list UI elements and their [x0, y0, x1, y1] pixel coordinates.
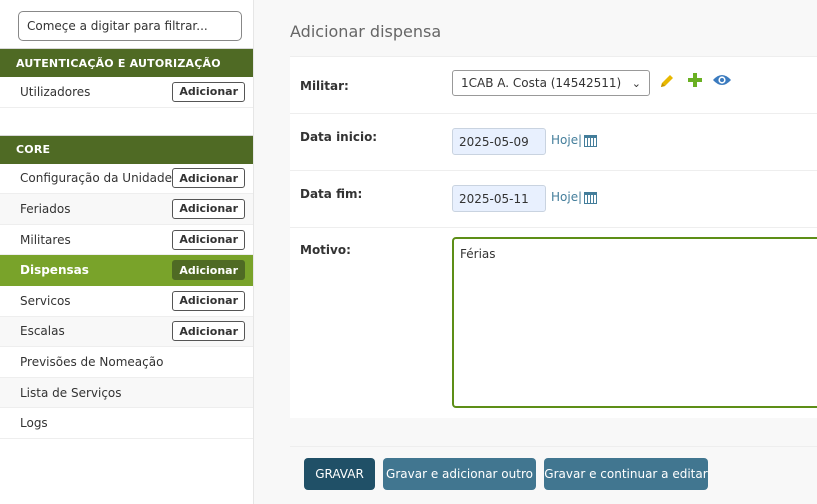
add-button[interactable]: Adicionar	[172, 198, 245, 219]
sidebar-item-previsoes[interactable]: Previsões de Nomeação	[0, 347, 253, 378]
data-inicio-input[interactable]: 2025-05-09	[452, 128, 546, 155]
chevron-down-icon: ⌄	[631, 76, 641, 90]
eye-icon[interactable]	[712, 73, 732, 90]
data-inicio-label: Data inicio:	[300, 130, 378, 144]
sidebar-item-logs[interactable]: Logs	[0, 408, 253, 439]
sidebar-item-label[interactable]: Previsões de Nomeação	[20, 355, 163, 369]
sidebar-item-label[interactable]: Logs	[20, 416, 48, 430]
sidebar-item-label[interactable]: Dispensas	[20, 263, 89, 277]
data-fim-label: Data fim:	[300, 187, 363, 201]
add-button[interactable]: Adicionar	[172, 168, 245, 189]
sidebar-item-configuracao[interactable]: Configuração da Unidade Adicionar	[0, 164, 253, 195]
sidebar-item-label[interactable]: Servicos	[20, 294, 71, 308]
add-button[interactable]: Adicionar	[172, 321, 245, 342]
save-and-add-another-button[interactable]: Gravar e adicionar outro	[383, 458, 536, 490]
module-header-auth[interactable]: AUTENTICAÇÃO E AUTORIZAÇÃO	[0, 48, 253, 77]
sidebar-item-lista-servicos[interactable]: Lista de Serviços	[0, 377, 253, 409]
militar-label: Militar:	[300, 79, 349, 93]
sidebar-item-feriados[interactable]: Feriados Adicionar	[0, 194, 253, 225]
main-content: Adicionar dispensa Militar: 1CAB A. Cost…	[254, 0, 817, 504]
save-button[interactable]: GRAVAR	[304, 458, 375, 490]
sidebar-item-label[interactable]: Militares	[20, 233, 71, 247]
sidebar-item-label[interactable]: Feriados	[20, 202, 70, 216]
motivo-textarea[interactable]: Férias	[452, 237, 817, 408]
sidebar-item-militares[interactable]: Militares Adicionar	[0, 225, 253, 256]
sidebar-item-label[interactable]: Configuração da Unidade	[20, 171, 172, 185]
sidebar-item-servicos[interactable]: Servicos Adicionar	[0, 286, 253, 317]
plus-icon[interactable]	[687, 72, 703, 91]
form-row-data-inicio: Data inicio: 2025-05-09 Hoje |	[290, 114, 817, 171]
sidebar-item-utilizadores[interactable]: Utilizadores Adicionar	[0, 77, 253, 108]
form-row-militar: Militar: 1CAB A. Costa (14542511) ⌄	[290, 57, 817, 114]
data-fim-input[interactable]: 2025-05-11	[452, 185, 546, 212]
module-header-core[interactable]: CORE	[0, 134, 253, 164]
sidebar: AUTENTICAÇÃO E AUTORIZAÇÃO Utilizadores …	[0, 0, 254, 504]
sidebar-item-escalas[interactable]: Escalas Adicionar	[0, 316, 253, 348]
separator: |	[578, 133, 583, 147]
militar-select[interactable]: 1CAB A. Costa (14542511) ⌄	[452, 70, 650, 96]
filter-wrap	[0, 0, 253, 48]
sidebar-item-dispensas[interactable]: Dispensas Adicionar	[0, 255, 253, 286]
sidebar-item-label[interactable]: Lista de Serviços	[20, 386, 122, 400]
calendar-icon[interactable]	[584, 192, 597, 204]
calendar-icon[interactable]	[584, 135, 597, 147]
pencil-icon[interactable]	[658, 72, 676, 93]
page-title: Adicionar dispensa	[290, 22, 442, 41]
add-button[interactable]: Adicionar	[172, 229, 245, 250]
submit-row: GRAVAR Gravar e adicionar outro Gravar e…	[290, 446, 817, 504]
militar-select-value: 1CAB A. Costa (14542511)	[461, 76, 622, 90]
sidebar-item-label[interactable]: Utilizadores	[20, 85, 90, 99]
separator: |	[578, 190, 583, 204]
filter-input[interactable]	[18, 11, 242, 41]
form-row-data-fim: Data fim: 2025-05-11 Hoje |	[290, 171, 817, 228]
data-fim-today-link[interactable]: Hoje	[551, 190, 578, 204]
add-button[interactable]: Adicionar	[172, 260, 245, 281]
motivo-label: Motivo:	[300, 243, 351, 257]
module-header-label: CORE	[16, 143, 51, 157]
data-inicio-today-link[interactable]: Hoje	[551, 133, 578, 147]
add-button[interactable]: Adicionar	[172, 290, 245, 311]
save-and-continue-button[interactable]: Gravar e continuar a editar	[544, 458, 708, 490]
form-fieldset: Militar: 1CAB A. Costa (14542511) ⌄ Data…	[290, 56, 817, 418]
sidebar-item-label[interactable]: Escalas	[20, 324, 65, 338]
module-header-label: AUTENTICAÇÃO E AUTORIZAÇÃO	[16, 56, 221, 70]
add-button[interactable]: Adicionar	[172, 81, 245, 102]
